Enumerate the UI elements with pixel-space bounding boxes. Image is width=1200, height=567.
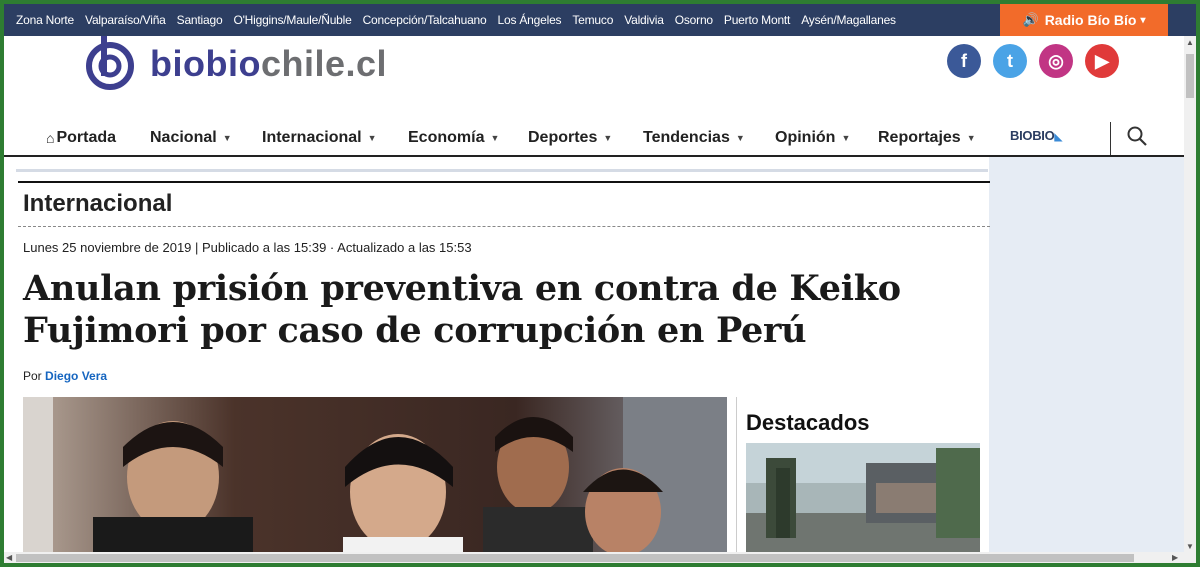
speaker-icon: 🔊 bbox=[1022, 12, 1039, 27]
destacados-heading: Destacados bbox=[746, 410, 870, 435]
nav-item-opinion[interactable]: Opinión ▼ bbox=[775, 120, 850, 156]
section-title[interactable]: Internacional bbox=[23, 190, 172, 218]
nav-item-tendencias[interactable]: Tendencias ▼ bbox=[643, 120, 745, 156]
radio-biobio-button[interactable]: 🔊 Radio Bío Bío ▾ bbox=[1000, 4, 1168, 36]
nav-label: Tendencias bbox=[643, 129, 730, 146]
play-icon: ◣ bbox=[1054, 132, 1062, 143]
region-link[interactable]: Concepción/Talcahuano bbox=[363, 13, 487, 27]
twitter-icon[interactable]: t bbox=[993, 44, 1027, 78]
facebook-icon[interactable]: f bbox=[947, 44, 981, 78]
region-link[interactable]: Zona Norte bbox=[16, 13, 74, 27]
horizontal-scroll-thumb[interactable] bbox=[16, 554, 1134, 562]
nav-label: Internacional bbox=[262, 129, 362, 146]
region-link[interactable]: Puerto Montt bbox=[724, 13, 791, 27]
scroll-down-icon[interactable]: ▼ bbox=[1186, 542, 1194, 551]
author-link[interactable]: Diego Vera bbox=[45, 369, 107, 383]
article-main-photo[interactable] bbox=[23, 397, 727, 554]
article-date: Lunes 25 noviembre de 2019 | Publicado a… bbox=[23, 240, 472, 255]
main-nav: ⌂ Portada Nacional ▼ Internacional ▼ Econo… bbox=[4, 120, 1184, 156]
horizontal-scrollbar[interactable]: ◀ ▶ bbox=[4, 552, 1196, 563]
chevron-down-icon: ▾ bbox=[1140, 14, 1146, 26]
chevron-down-icon: ▼ bbox=[367, 133, 377, 143]
nav-label: Reportajes bbox=[878, 129, 961, 146]
search-icon[interactable] bbox=[1126, 125, 1148, 152]
site-logo[interactable]: biobiochile.cl bbox=[84, 36, 387, 92]
region-link[interactable]: Valdivia bbox=[624, 13, 664, 27]
biobio-brand-label: BIOBIO bbox=[1010, 128, 1055, 143]
nav-label: Deportes bbox=[528, 129, 598, 146]
nav-label: Portada bbox=[56, 129, 117, 146]
nav-item-economia[interactable]: Economía ▼ bbox=[408, 120, 499, 156]
youtube-icon[interactable]: ▶ bbox=[1085, 44, 1119, 78]
byline-prefix: Por bbox=[23, 369, 42, 383]
radio-label: Radio Bío Bío bbox=[1044, 12, 1137, 28]
nav-label: Economía bbox=[408, 129, 485, 146]
nav-item-nacional[interactable]: Nacional ▼ bbox=[150, 120, 232, 156]
column-divider bbox=[736, 397, 737, 554]
nav-item-deportes[interactable]: Deportes ▼ bbox=[528, 120, 612, 156]
nav-label: Opinión bbox=[775, 129, 836, 146]
chevron-down-icon: ▼ bbox=[841, 133, 851, 143]
region-bar: Zona Norte Valparaíso/Viña Santiago O'Hi… bbox=[4, 4, 1196, 36]
section-divider bbox=[18, 226, 990, 227]
logo-part-biobio: biobio bbox=[150, 43, 261, 84]
social-links: f t ◎ ▶ bbox=[947, 44, 1131, 78]
region-link[interactable]: Aysén/Magallanes bbox=[801, 13, 896, 27]
vertical-scroll-thumb[interactable] bbox=[1186, 54, 1194, 98]
destacados-photo[interactable] bbox=[746, 443, 980, 554]
logo-text: biobiochile.cl bbox=[150, 43, 387, 85]
logo-icon bbox=[84, 36, 136, 92]
scroll-right-icon[interactable]: ▶ bbox=[1172, 553, 1178, 562]
instagram-icon[interactable]: ◎ bbox=[1039, 44, 1073, 78]
scroll-up-icon[interactable]: ▲ bbox=[1186, 38, 1194, 47]
right-ad-column bbox=[989, 157, 1184, 554]
logo-part-domain: chile.cl bbox=[260, 43, 388, 84]
article-headline: Anulan prisión preventiva en contra de K… bbox=[23, 268, 901, 351]
nav-item-internacional[interactable]: Internacional ▼ bbox=[262, 120, 377, 156]
article-byline: Por Diego Vera bbox=[23, 369, 107, 383]
ad-strip bbox=[16, 169, 988, 172]
region-link[interactable]: Valparaíso/Viña bbox=[85, 13, 166, 27]
region-link[interactable]: O'Higgins/Maule/Ñuble bbox=[233, 13, 351, 27]
region-link[interactable]: Temuco bbox=[572, 13, 613, 27]
chevron-down-icon: ▼ bbox=[966, 133, 976, 143]
biobio-brand-link[interactable]: BIOBIO◣ bbox=[1010, 128, 1062, 143]
region-link[interactable]: Osorno bbox=[675, 13, 713, 27]
nav-item-portada[interactable]: ⌂ Portada bbox=[46, 120, 116, 156]
nav-divider bbox=[1110, 122, 1111, 156]
vertical-scrollbar[interactable]: ▲ ▼ bbox=[1184, 36, 1196, 554]
scroll-left-icon[interactable]: ◀ bbox=[6, 553, 12, 562]
chevron-down-icon: ▼ bbox=[490, 133, 500, 143]
region-link[interactable]: Los Ángeles bbox=[498, 13, 562, 27]
nav-label: Nacional bbox=[150, 129, 217, 146]
chevron-down-icon: ▼ bbox=[735, 133, 745, 143]
home-icon: ⌂ bbox=[46, 130, 55, 146]
nav-item-reportajes[interactable]: Reportajes ▼ bbox=[878, 120, 976, 156]
chevron-down-icon: ▼ bbox=[222, 133, 232, 143]
browser-page: Zona Norte Valparaíso/Viña Santiago O'Hi… bbox=[4, 4, 1196, 563]
region-links: Zona Norte Valparaíso/Viña Santiago O'Hi… bbox=[16, 4, 907, 36]
article-top-border bbox=[18, 181, 990, 183]
region-link[interactable]: Santiago bbox=[177, 13, 223, 27]
chevron-down-icon: ▼ bbox=[603, 133, 613, 143]
